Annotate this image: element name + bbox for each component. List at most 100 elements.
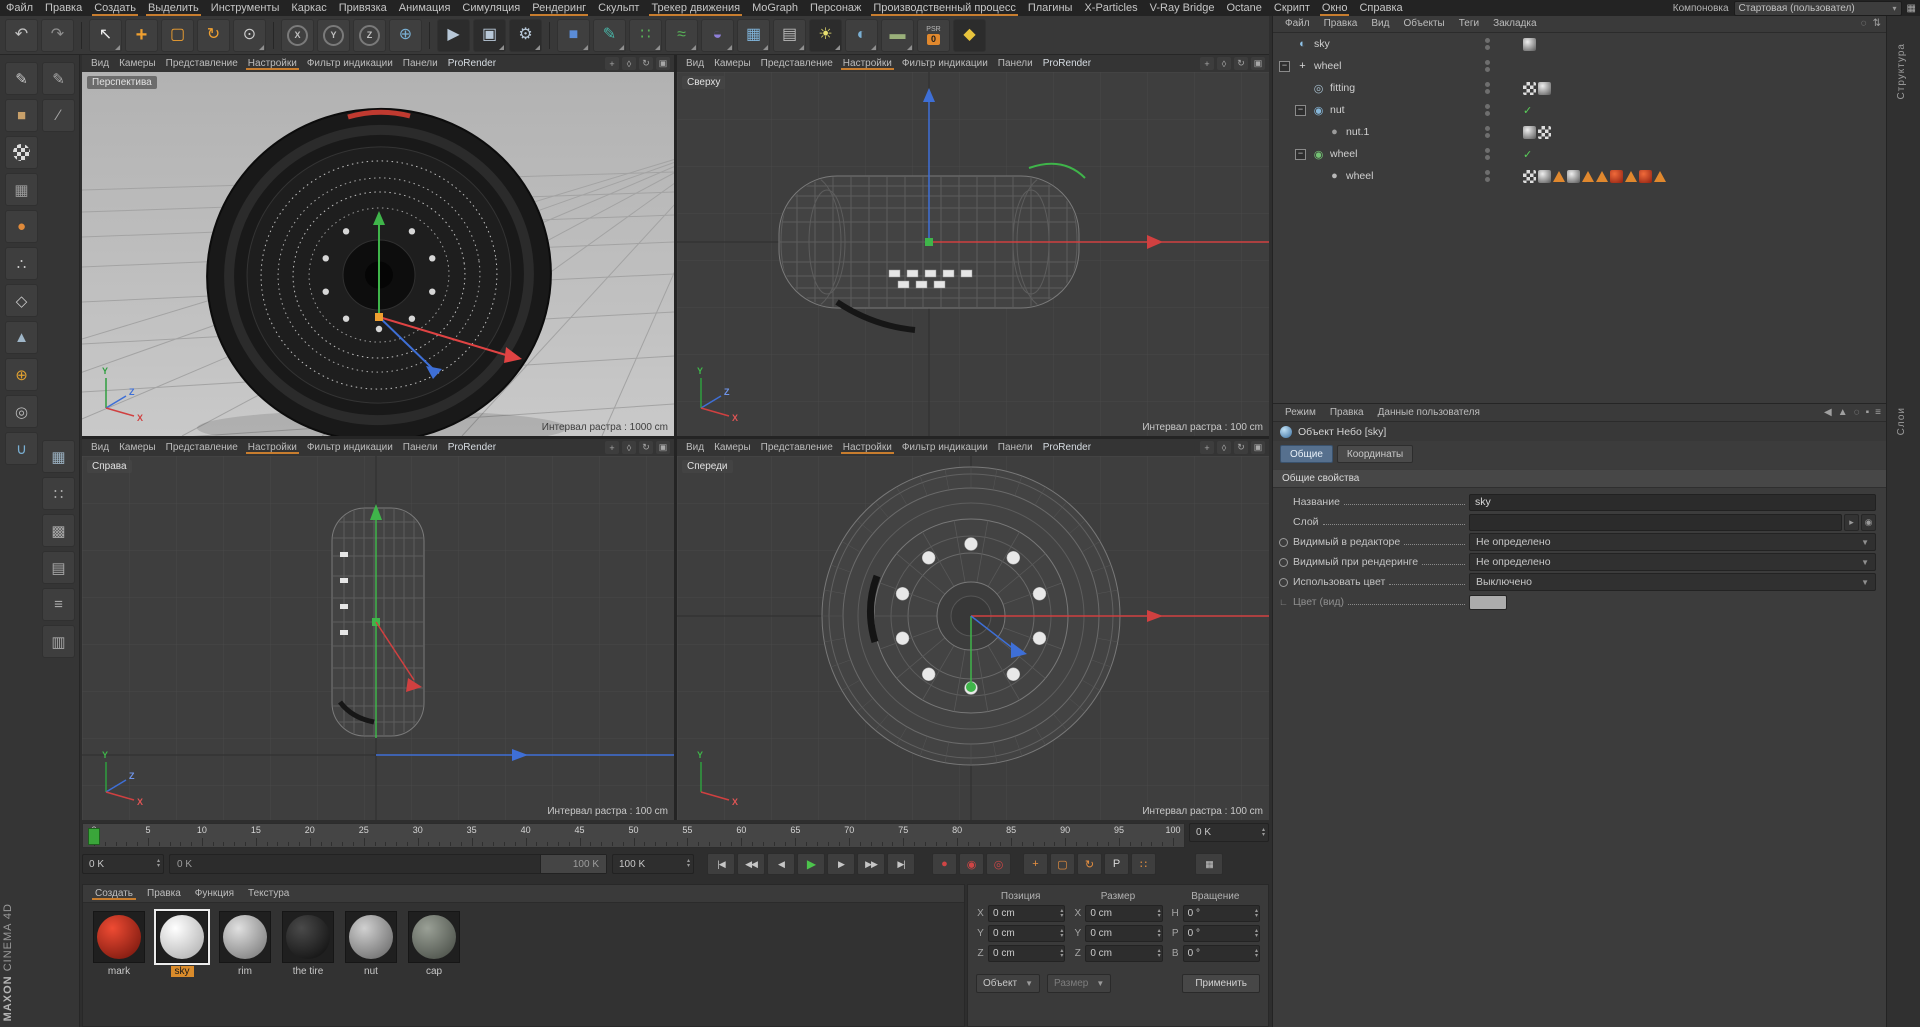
attribute-menu-item[interactable]: Данные пользователя	[1371, 407, 1487, 418]
stepper-arrows-icon[interactable]: ▴ ▾	[1255, 928, 1258, 939]
material-thumbnail[interactable]	[408, 911, 460, 963]
zoom-view-icon[interactable]: ◊	[1217, 57, 1231, 70]
search-icon[interactable]: ◌	[1854, 407, 1860, 418]
object-menu-item[interactable]: Правка	[1317, 18, 1365, 29]
pan-view-icon[interactable]: +	[1200, 441, 1214, 454]
rotate-view-icon[interactable]: ↻	[1234, 57, 1248, 70]
material-thumbnail[interactable]	[93, 911, 145, 963]
model-mode-button[interactable]: ■	[5, 99, 38, 132]
object-menu-item[interactable]: Объекты	[1396, 18, 1451, 29]
menubar-item[interactable]: Плагины	[1022, 0, 1079, 16]
snap-button[interactable]: ∪	[5, 432, 38, 465]
sphere-tag[interactable]	[1538, 81, 1551, 95]
render-visibility-dot[interactable]	[1485, 67, 1490, 72]
keyframe-circle-icon[interactable]	[1279, 557, 1288, 567]
rotate-view-icon[interactable]: ↻	[639, 57, 653, 70]
tab-Общие[interactable]: Общие	[1280, 445, 1333, 463]
position-field[interactable]: 0 cm ▴ ▾	[988, 925, 1066, 942]
viewport-menu-item[interactable]: Вид	[86, 442, 114, 453]
render-settings-button[interactable]: ⚙	[509, 18, 542, 52]
simulation-button[interactable]: ≈	[665, 18, 698, 52]
prev-key-button[interactable]: ◀◀	[737, 853, 765, 875]
top-canvas[interactable]: Y Z X Сверху Интервал растра : 100 cm	[677, 72, 1269, 436]
rotate-view-icon[interactable]: ↻	[639, 441, 653, 454]
object-row[interactable]: ◐ sky	[1273, 33, 1886, 55]
polygons-mode-button[interactable]: ▲	[5, 321, 38, 354]
timeline-frame-spinner[interactable]: 0 K ▴ ▾	[1189, 823, 1269, 842]
tri-tag[interactable]	[1625, 170, 1637, 182]
object-menu-item[interactable]: Файл	[1278, 18, 1317, 29]
object-row[interactable]: ● nut.1	[1273, 121, 1886, 143]
material-thumbnail[interactable]	[219, 911, 271, 963]
material-item[interactable]: nut	[343, 911, 399, 977]
record-rotation-button[interactable]: ↻	[1077, 853, 1102, 875]
last-tool-button[interactable]: ⊙	[233, 18, 266, 52]
knife-button[interactable]: ∕	[42, 99, 75, 132]
sphere-tag[interactable]	[1538, 169, 1551, 183]
right-canvas[interactable]: Y Z X Справа Интервал растра : 100 cm	[82, 456, 674, 820]
apply-button[interactable]: Применить	[1182, 974, 1260, 993]
visibility-dots[interactable]	[1485, 170, 1490, 182]
material-item[interactable]: cap	[406, 911, 462, 977]
next-key-button[interactable]: ▶▶	[857, 853, 885, 875]
viewport-menu-item[interactable]: Камеры	[114, 58, 161, 69]
red-tag[interactable]	[1639, 169, 1652, 183]
psr-reset-button[interactable]: PSR 0	[917, 18, 950, 52]
timeline-layout-button[interactable]: ▦	[1195, 853, 1223, 875]
pan-view-icon[interactable]: +	[605, 441, 619, 454]
play-button[interactable]: ▶	[797, 853, 825, 875]
menubar-item[interactable]: Выделить	[142, 0, 205, 16]
menubar-item[interactable]: Симуляция	[456, 0, 526, 16]
lattice-grid-button[interactable]: ▩	[42, 514, 75, 547]
menubar-item[interactable]: Octane	[1220, 0, 1267, 16]
viewport-menu-item[interactable]: Представление	[161, 442, 243, 453]
render-visibility-dot[interactable]	[1485, 177, 1490, 182]
viewport-menu-item[interactable]: Панели	[993, 442, 1038, 453]
solo-mode-button[interactable]: ◎	[5, 395, 38, 428]
object-row[interactable]: − + wheel	[1273, 55, 1886, 77]
menubar-item[interactable]: Справка	[1353, 0, 1408, 16]
menubar-item[interactable]: Анимация	[393, 0, 457, 16]
editor-visibility-dot[interactable]	[1485, 82, 1490, 87]
sphere-tag[interactable]	[1567, 169, 1580, 183]
material-item[interactable]: sky	[154, 909, 210, 977]
viewport-menu-item[interactable]: Камеры	[709, 58, 756, 69]
editor-visibility-dot[interactable]	[1485, 60, 1490, 65]
layout-select[interactable]: Стартовая (пользовател) ▾	[1733, 0, 1902, 16]
record-position-button[interactable]: +	[1023, 853, 1048, 875]
object-menu-item[interactable]: Закладка	[1486, 18, 1543, 29]
viewport-menu-item[interactable]: Вид	[681, 58, 709, 69]
menubar-item[interactable]: Производственный процесс	[867, 0, 1021, 16]
sphere-tag[interactable]	[1523, 37, 1536, 51]
viewport-menu-item[interactable]: Панели	[398, 58, 443, 69]
enabled-check-icon[interactable]: ✓	[1523, 104, 1532, 117]
viewport-menu-item[interactable]: ProRender	[1038, 58, 1096, 69]
visibility-dots[interactable]	[1485, 126, 1490, 138]
tri-tag[interactable]	[1654, 170, 1666, 182]
stepper-arrows-icon[interactable]: ▴ ▾	[1255, 948, 1258, 959]
record-parameter-button[interactable]: P	[1104, 853, 1129, 875]
zoom-view-icon[interactable]: ◊	[622, 57, 636, 70]
material-thumbnail[interactable]	[154, 909, 210, 965]
make-editable-button[interactable]: ✎	[5, 62, 38, 95]
attribute-menu-item[interactable]: Режим	[1278, 407, 1323, 418]
viewport-menu-item[interactable]: Фильтр индикации	[302, 442, 398, 453]
stepper-arrows-icon[interactable]: ▴ ▾	[1262, 827, 1265, 838]
menubar-item[interactable]: Скрипт	[1268, 0, 1316, 16]
menubar-item[interactable]: Файл	[0, 0, 39, 16]
object-menu-item[interactable]: Вид	[1364, 18, 1396, 29]
size-mode-select[interactable]: Размер ▼	[1046, 974, 1112, 993]
material-menu-item[interactable]: Создать	[88, 888, 140, 900]
lock-x-button[interactable]: X	[281, 18, 314, 52]
editor-visibility-dot[interactable]	[1485, 38, 1490, 43]
coord-system-button[interactable]: ⊕	[389, 18, 422, 52]
editor-visibility-dot[interactable]	[1485, 170, 1490, 175]
material-thumbnail[interactable]	[282, 911, 334, 963]
menubar-item[interactable]: X-Particles	[1078, 0, 1143, 16]
size-field[interactable]: 0 cm ▴ ▾	[1085, 905, 1163, 922]
record-scale-button[interactable]: ▢	[1050, 853, 1075, 875]
material-thumbnail[interactable]	[345, 911, 397, 963]
tab-Координаты[interactable]: Координаты	[1336, 445, 1414, 463]
viewport-menu-item[interactable]: ProRender	[443, 58, 501, 69]
record-pla-button[interactable]: ∷	[1131, 853, 1156, 875]
